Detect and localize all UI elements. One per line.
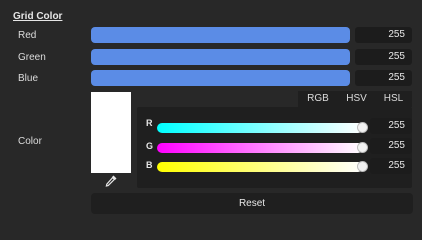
- section-title: Grid Color: [13, 11, 63, 22]
- channel-g-slider[interactable]: [157, 143, 363, 153]
- blue-label: Blue: [18, 73, 39, 84]
- tab-hsl[interactable]: HSL: [375, 91, 412, 107]
- channel-g-label: G: [146, 141, 154, 151]
- red-bar[interactable]: [91, 27, 350, 43]
- blue-bar[interactable]: [91, 70, 350, 86]
- green-label: Green: [18, 52, 46, 63]
- channel-b-label: B: [146, 160, 153, 170]
- channel-r-slider-handle[interactable]: [357, 122, 368, 133]
- channel-b-value-field[interactable]: 255: [370, 158, 412, 174]
- channel-b-slider-handle[interactable]: [357, 161, 368, 172]
- color-swatch[interactable]: [91, 92, 131, 173]
- channel-r-label: R: [146, 118, 153, 128]
- green-bar[interactable]: [91, 49, 350, 65]
- channel-g-value-field[interactable]: 255: [370, 138, 412, 154]
- red-value-field[interactable]: 255: [355, 27, 412, 43]
- color-label: Color: [18, 136, 42, 147]
- channel-b-slider[interactable]: [157, 162, 363, 172]
- eyedropper-icon[interactable]: [104, 174, 118, 188]
- green-value-field[interactable]: 255: [355, 49, 412, 65]
- tab-hsv[interactable]: HSV: [338, 91, 375, 107]
- channel-r-slider[interactable]: [157, 123, 363, 133]
- channel-g-slider-handle[interactable]: [357, 142, 368, 153]
- tab-rgb[interactable]: RGB: [298, 91, 338, 107]
- blue-value-field[interactable]: 255: [355, 70, 412, 86]
- color-mode-tabs: RGB HSV HSL: [298, 91, 412, 107]
- red-label: Red: [18, 30, 37, 41]
- channel-r-value-field[interactable]: 255: [370, 118, 412, 134]
- reset-button[interactable]: Reset: [91, 193, 413, 214]
